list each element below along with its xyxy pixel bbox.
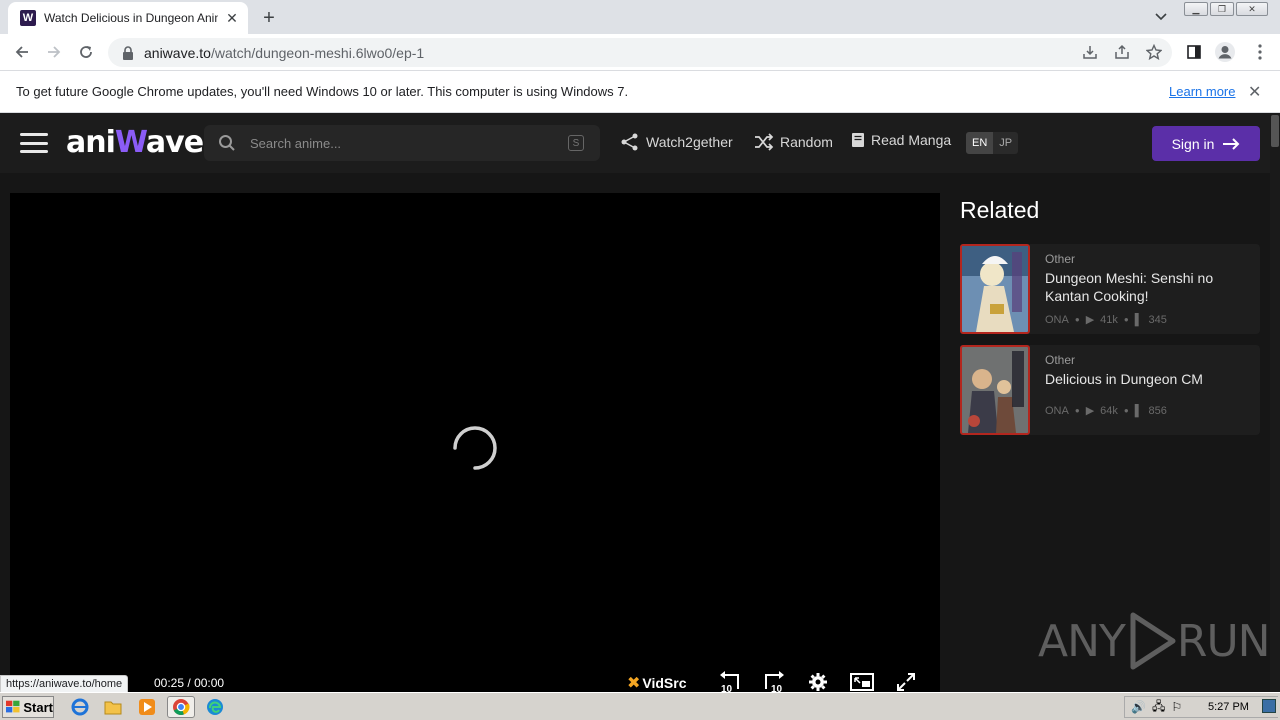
chrome-taskbar-icon[interactable] — [167, 696, 195, 718]
fullscreen-icon[interactable] — [894, 671, 918, 692]
nav-read-manga[interactable]: Read Manga — [851, 132, 951, 148]
related-bookmarks: 345 — [1148, 313, 1167, 326]
windows-logo-icon — [6, 700, 20, 713]
infobar-close-icon[interactable]: ✕ — [1248, 82, 1261, 102]
related-thumbnail[interactable] — [960, 345, 1030, 435]
browser-tab[interactable]: W Watch Delicious in Dungeon Anime O ✕ — [8, 2, 248, 34]
site-header: aniWave Search anime... S Watch2gether R… — [0, 113, 1270, 173]
nav-watch2gether[interactable]: Watch2gether — [620, 133, 733, 151]
settings-gear-icon[interactable] — [806, 671, 830, 692]
lang-en[interactable]: EN — [966, 132, 994, 154]
media-player-icon[interactable] — [137, 697, 157, 717]
arrow-right-icon — [1223, 137, 1240, 150]
show-desktop-icon[interactable] — [1262, 699, 1276, 713]
menu-hamburger-icon[interactable] — [20, 133, 48, 153]
skip-forward-10-icon[interactable]: 10 — [762, 671, 786, 692]
minimize-button[interactable]: ▁ — [1184, 2, 1208, 16]
playback-time: 00:25 / 00:00 — [154, 676, 225, 690]
related-views: 41k — [1100, 313, 1118, 326]
action-center-flag-icon[interactable]: ⚐ — [1171, 700, 1182, 714]
related-type: ONA — [1045, 313, 1069, 326]
browser-menu-icon[interactable] — [1251, 43, 1269, 61]
network-icon[interactable]: 🖧 — [1152, 697, 1165, 718]
restore-button[interactable]: ❐ — [1210, 2, 1234, 16]
related-item[interactable]: Other Dungeon Meshi: Senshi no Kantan Co… — [960, 244, 1260, 334]
address-bar[interactable]: aniwave.to/watch/dungeon-meshi.6lwo0/ep-… — [108, 38, 1172, 67]
related-type: ONA — [1045, 404, 1069, 417]
bookmark-icon: ▌ — [1134, 404, 1143, 417]
watch2gether-icon — [621, 133, 638, 151]
vidsrc-logo[interactable]: ✖ VidSrc — [627, 673, 687, 692]
shuffle-icon — [755, 133, 774, 151]
anyrun-watermark: ANY RUN — [1038, 611, 1271, 671]
website-viewport: aniWave Search anime... S Watch2gether R… — [0, 113, 1280, 692]
tab-strip: W Watch Delicious in Dungeon Anime O ✕ +… — [0, 0, 1280, 34]
play-count-icon: ▶ — [1085, 405, 1095, 417]
related-meta: ONA ● ▶ 64k ● ▌ 856 — [1045, 404, 1167, 418]
back-button[interactable] — [10, 40, 34, 64]
related-category: Other — [1045, 353, 1076, 367]
search-icon — [219, 135, 235, 151]
tab-close-icon[interactable]: ✕ — [224, 10, 240, 26]
browser-toolbar: aniwave.to/watch/dungeon-meshi.6lwo0/ep-… — [0, 34, 1280, 71]
play-count-icon: ▶ — [1085, 314, 1095, 326]
update-infobar: To get future Google Chrome updates, you… — [0, 71, 1280, 113]
side-panel-icon[interactable] — [1185, 43, 1203, 61]
vidsrc-x-icon: ✖ — [627, 675, 641, 692]
tab-title: Watch Delicious in Dungeon Anime O — [44, 11, 218, 25]
related-views: 64k — [1100, 404, 1118, 417]
related-bookmarks: 856 — [1148, 404, 1167, 417]
status-url-bubble: https://aniwave.to/home — [0, 675, 129, 692]
related-title[interactable]: Delicious in Dungeon CM — [1045, 370, 1250, 388]
forward-button[interactable] — [42, 40, 66, 64]
edge-icon[interactable] — [205, 697, 225, 717]
lang-jp[interactable]: JP — [993, 132, 1018, 154]
nav-random[interactable]: Random — [754, 133, 833, 151]
related-meta: ONA ● ▶ 41k ● ▌ 345 — [1045, 313, 1167, 327]
anyrun-play-logo-icon — [1130, 612, 1176, 670]
reload-button[interactable] — [74, 40, 98, 64]
system-tray: 🔊 🖧 ⚐ — [1124, 696, 1278, 718]
windows-taskbar: Start 🔊 🖧 ⚐ 5:27 PM — [0, 692, 1280, 720]
book-icon — [852, 133, 864, 147]
infobar-message: To get future Google Chrome updates, you… — [16, 84, 629, 99]
skip-back-10-icon[interactable]: 10 — [718, 671, 742, 692]
file-explorer-icon[interactable] — [103, 697, 123, 717]
bookmark-icon: ▌ — [1134, 313, 1143, 326]
profile-avatar-icon[interactable] — [1214, 41, 1236, 63]
new-tab-button[interactable]: + — [258, 7, 280, 29]
lock-icon — [123, 45, 133, 60]
url-text: aniwave.to/watch/dungeon-meshi.6lwo0/ep-… — [144, 44, 425, 61]
site-favicon-icon: W — [20, 10, 36, 26]
search-box[interactable]: Search anime... S — [204, 125, 600, 161]
related-category: Other — [1045, 252, 1076, 266]
window-close-button[interactable]: ✕ — [1236, 2, 1268, 16]
bookmark-star-icon[interactable] — [1145, 43, 1163, 61]
start-button[interactable]: Start — [2, 696, 54, 718]
svg-text:10: 10 — [771, 684, 783, 692]
language-toggle[interactable]: EN JP — [966, 132, 1019, 154]
picture-in-picture-icon[interactable] — [850, 671, 874, 692]
svg-text:10: 10 — [721, 684, 733, 692]
loading-spinner-icon — [453, 426, 497, 470]
video-player[interactable]: 00:25 / 00:00 ✖ VidSrc 10 10 — [10, 193, 940, 692]
sign-in-button[interactable]: Sign in — [1152, 126, 1260, 161]
related-title[interactable]: Dungeon Meshi: Senshi no Kantan Cooking! — [1045, 269, 1250, 305]
taskbar-clock[interactable]: 5:27 PM — [1208, 701, 1249, 713]
tab-search-chevron-icon[interactable] — [1152, 8, 1170, 26]
site-logo[interactable]: aniWave — [66, 125, 204, 160]
search-input[interactable]: Search anime... — [250, 136, 341, 151]
search-shortcut-key: S — [568, 135, 584, 151]
related-thumbnail[interactable] — [960, 244, 1030, 334]
page-scrollbar[interactable] — [1270, 113, 1280, 692]
volume-icon[interactable]: 🔊 — [1131, 700, 1146, 714]
related-heading: Related — [960, 197, 1040, 223]
related-item[interactable]: Other Delicious in Dungeon CM ONA ● ▶ 64k… — [960, 345, 1260, 435]
learn-more-link[interactable]: Learn more — [1169, 84, 1235, 99]
internet-explorer-icon[interactable] — [70, 697, 90, 717]
share-icon[interactable] — [1113, 43, 1131, 61]
install-app-icon[interactable] — [1081, 43, 1099, 61]
